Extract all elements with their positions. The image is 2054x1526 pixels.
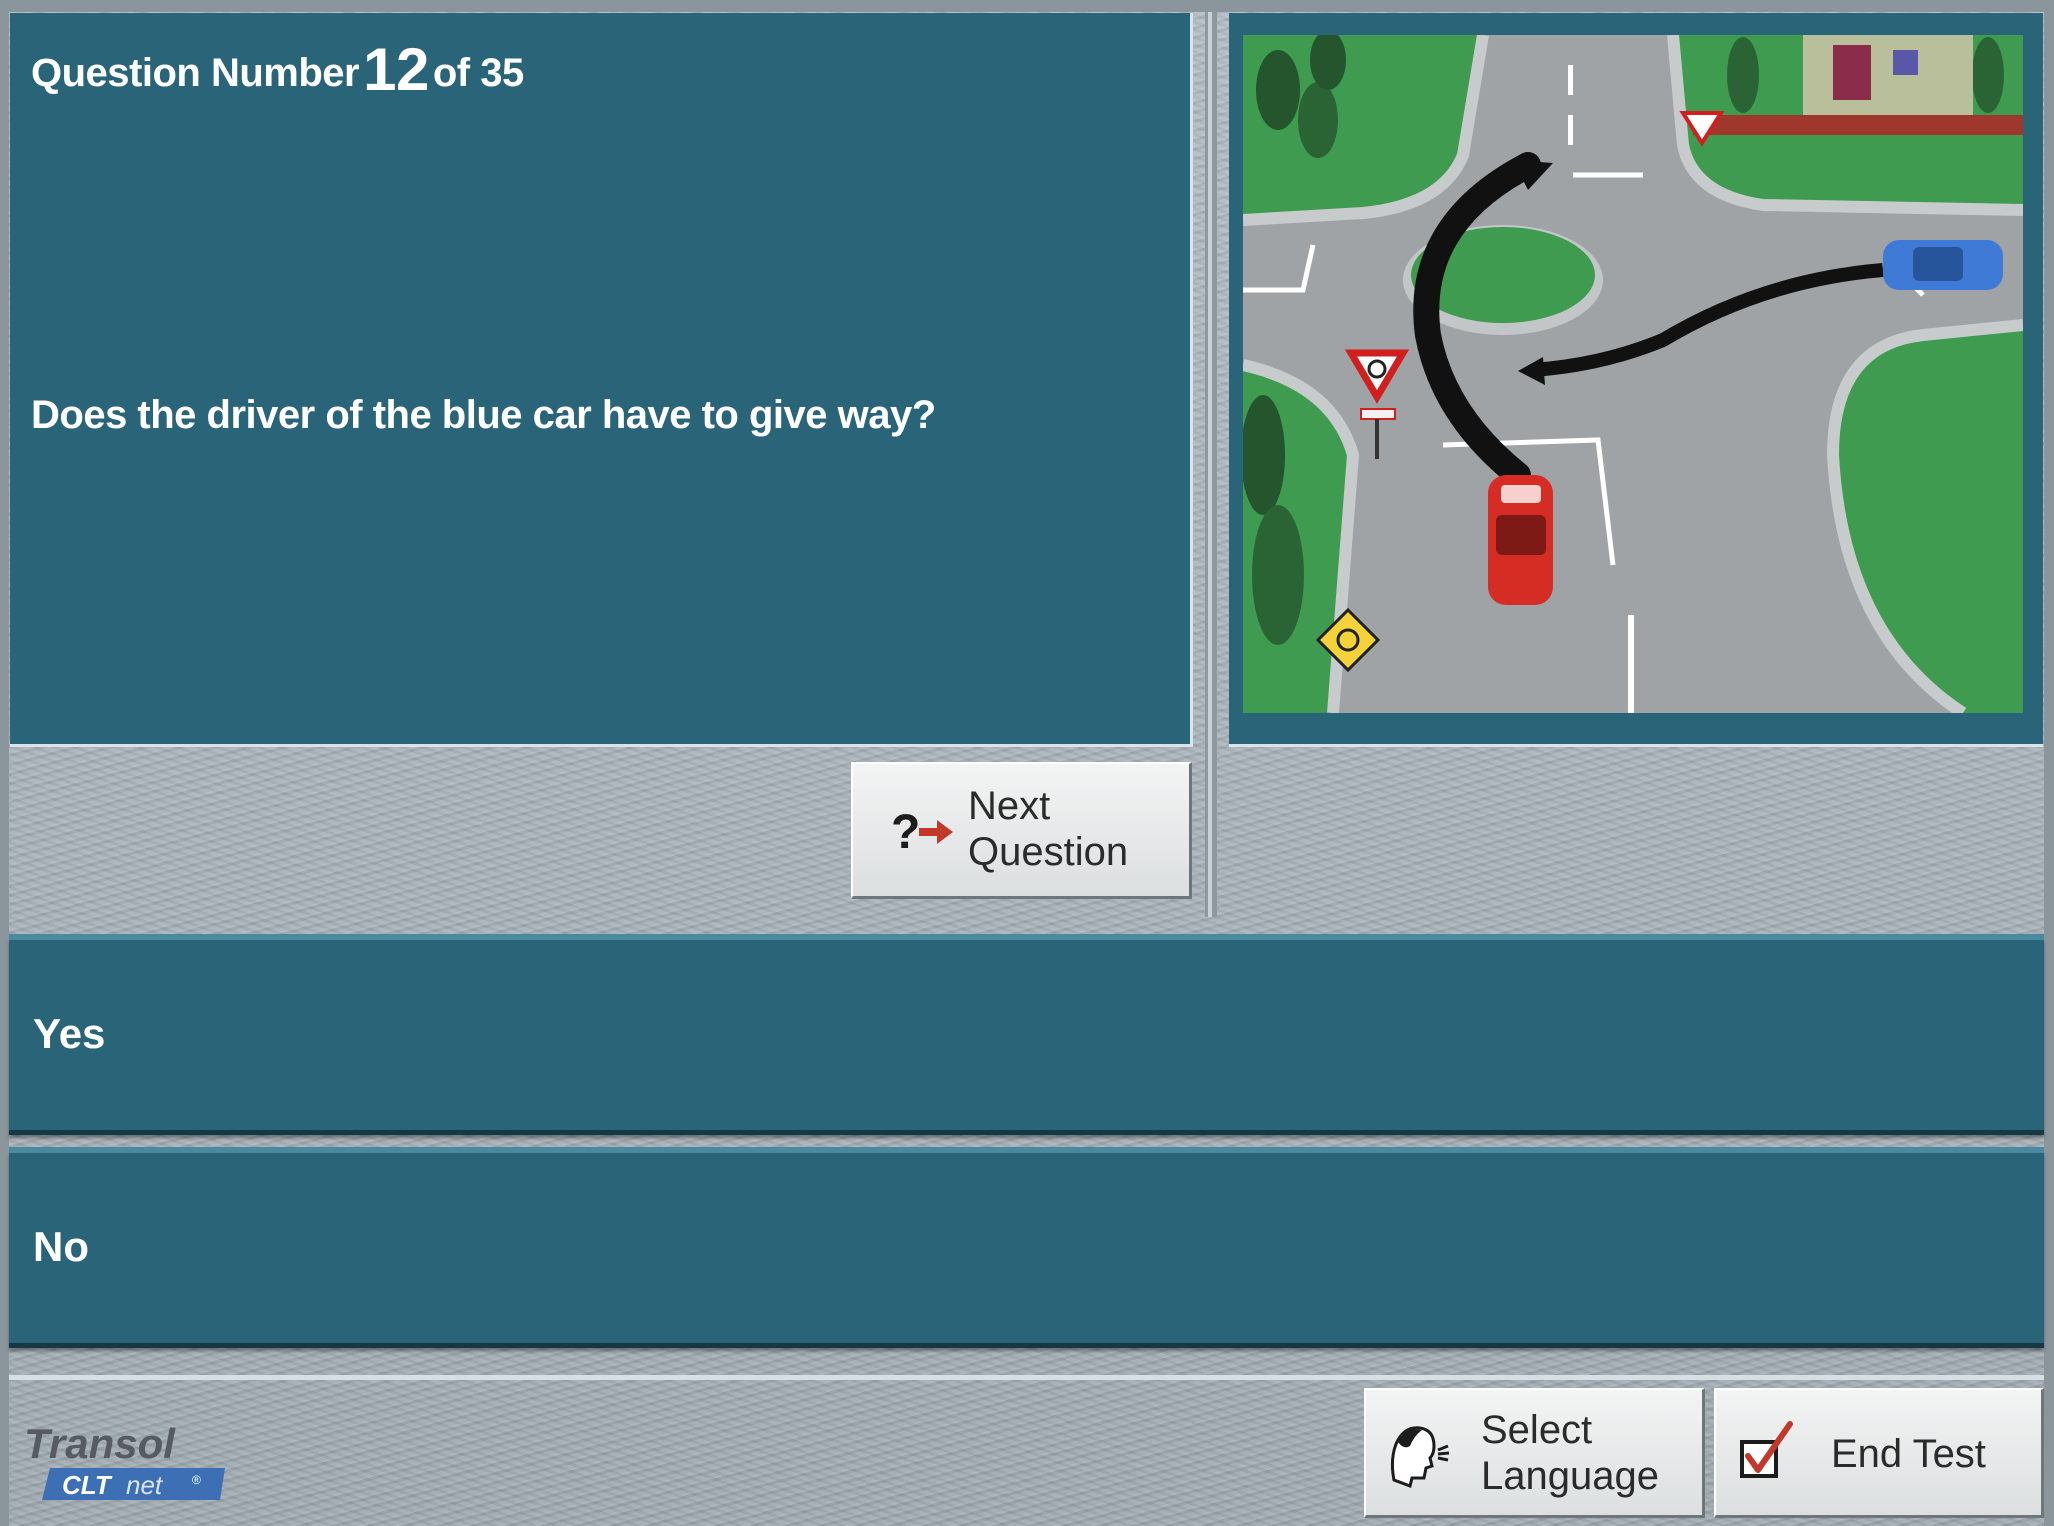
question-panel: Question Number12 of 35 Does the driver o… xyxy=(10,13,1193,747)
answer-option-no[interactable]: No xyxy=(9,1147,2044,1343)
select-language-button[interactable]: Select Language xyxy=(1364,1388,1705,1518)
question-prefix: Question Number xyxy=(31,51,360,95)
select-language-label: Select Language xyxy=(1481,1407,1659,1499)
question-total: of 35 xyxy=(432,51,524,95)
next-question-button[interactable]: ? Next Question xyxy=(851,762,1192,899)
frame-left xyxy=(0,0,9,1526)
bottom-divider xyxy=(9,1375,2044,1380)
language-label-line1: Select xyxy=(1481,1408,1593,1452)
logo-brand-text: Transol xyxy=(24,1420,176,1467)
svg-text:?: ? xyxy=(891,806,920,858)
answer-option-yes[interactable]: Yes xyxy=(9,934,2044,1130)
logo-product-light: net xyxy=(126,1470,164,1500)
next-label-line1: Next xyxy=(968,784,1051,828)
next-question-label: Next Question xyxy=(968,783,1128,875)
logo-registered-mark: ® xyxy=(192,1473,201,1487)
frame-top xyxy=(0,0,2054,12)
speaking-head-icon xyxy=(1390,1426,1450,1488)
language-label-line2: Language xyxy=(1481,1454,1659,1498)
next-label-line2: Question xyxy=(968,830,1129,874)
vertical-divider xyxy=(1205,12,1217,917)
frame-right xyxy=(2044,0,2054,1526)
question-text: Does the driver of the blue car have to … xyxy=(31,393,936,437)
answer-label-no: No xyxy=(33,1223,89,1270)
roundabout-illustration xyxy=(1243,35,2023,713)
transol-logo: Transol CLT net ® xyxy=(20,1418,240,1508)
question-current-number: 12 xyxy=(363,36,429,103)
answer-label-yes: Yes xyxy=(33,1010,106,1057)
question-arrow-icon: ? xyxy=(891,806,953,858)
end-test-button[interactable]: End Test xyxy=(1714,1388,2044,1518)
logo-product-bold: CLT xyxy=(62,1470,113,1500)
image-panel xyxy=(1229,13,2043,747)
end-test-label: End Test xyxy=(1831,1432,1986,1476)
checkbox-tick-icon xyxy=(1740,1421,1793,1478)
question-number: Question Number12 of 35 xyxy=(31,35,524,104)
